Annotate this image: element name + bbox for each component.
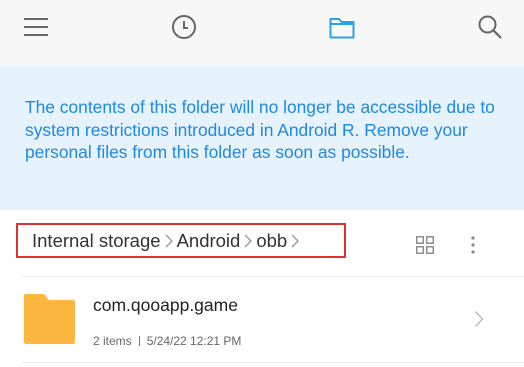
crumb-obb[interactable]: obb — [256, 230, 287, 252]
restriction-banner: The contents of this folder will no long… — [0, 66, 524, 210]
item-count: 2 items — [93, 334, 132, 348]
files-tab-button[interactable] — [320, 8, 364, 46]
more-vertical-icon — [471, 236, 475, 254]
search-button[interactable] — [468, 8, 512, 46]
top-toolbar — [0, 0, 524, 66]
menu-button[interactable] — [14, 8, 58, 46]
clock-icon — [172, 15, 196, 39]
crumb-android[interactable]: Android — [177, 230, 241, 252]
folder-icon — [24, 294, 75, 344]
chevron-right-icon — [474, 310, 484, 328]
path-bar: Internal storage Android obb — [0, 210, 524, 278]
recent-button[interactable] — [162, 8, 206, 46]
search-icon — [478, 15, 502, 39]
grid-view-button[interactable] — [408, 230, 442, 260]
folder-icon — [329, 18, 355, 39]
breadcrumb: Internal storage Android obb — [16, 223, 346, 258]
chevron-right-icon — [241, 231, 255, 251]
chevron-right-icon — [162, 231, 176, 251]
list-item[interactable]: com.qooapp.game 2 items 5/24/22 12:21 PM — [0, 277, 524, 363]
item-name: com.qooapp.game — [93, 295, 238, 315]
item-date: 5/24/22 12:21 PM — [146, 334, 242, 348]
grid-icon — [416, 236, 434, 254]
chevron-right-icon — [288, 231, 302, 251]
meta-separator — [138, 336, 140, 346]
more-options-button[interactable] — [458, 228, 488, 262]
item-meta: 2 items 5/24/22 12:21 PM — [93, 334, 241, 348]
banner-message: The contents of this folder will no long… — [25, 97, 495, 162]
crumb-internal-storage[interactable]: Internal storage — [32, 230, 161, 252]
divider — [22, 362, 524, 363]
menu-icon — [24, 18, 48, 36]
